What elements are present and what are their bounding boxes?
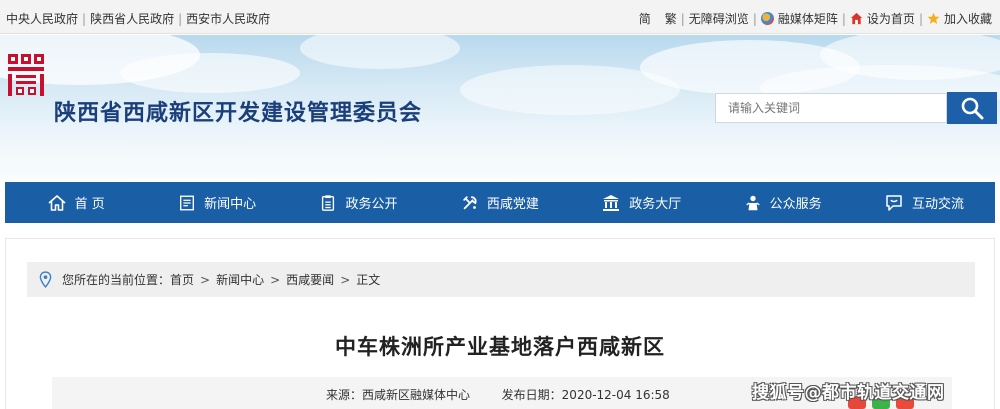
party-emblem-icon (463, 195, 477, 209)
separator: | (178, 11, 183, 26)
nav-item-government-affairs[interactable]: 政务公开 (288, 182, 429, 223)
document-icon (180, 195, 195, 210)
search-icon (961, 97, 984, 120)
separator: | (841, 11, 846, 26)
nav-item-public-service[interactable]: 公众服务 (712, 182, 853, 223)
breadcrumb-current: 正文 (356, 273, 381, 287)
nav-item-news-center[interactable]: 新闻中心 (146, 182, 287, 223)
people-icon (745, 195, 760, 210)
home-icon (48, 194, 66, 211)
watermark: 搜狐号@都市轨道交通网 (752, 383, 945, 403)
clipboard-icon (322, 194, 335, 211)
separator: | (918, 11, 923, 26)
accessibility-link[interactable]: 无障碍浏览 (689, 10, 749, 27)
search-button[interactable] (947, 92, 997, 124)
nav-label: 新闻中心 (204, 197, 257, 212)
set-homepage-link[interactable]: 设为首页 (850, 10, 915, 27)
home-red-icon (850, 12, 862, 25)
cloud-decoration (120, 53, 300, 93)
traditional-chinese-link[interactable]: 繁 (665, 10, 677, 27)
media-matrix-label: 融媒体矩阵 (777, 12, 838, 26)
breadcrumb-separator: > (270, 272, 281, 287)
nav-item-party-building[interactable]: 西咸党建 (429, 182, 570, 223)
star-icon (927, 12, 940, 24)
separator: | (752, 11, 757, 26)
article-meta: 来源：西咸新区融媒体中心 发布日期：2020-12-04 16:58 (326, 386, 670, 403)
link-central-government[interactable]: 中央人民政府 (6, 10, 78, 27)
site-title: 陕西省西咸新区开发建设管理委员会 (54, 101, 423, 126)
location-pin-icon (39, 271, 52, 288)
separator: | (680, 11, 685, 26)
search-input[interactable] (715, 93, 947, 123)
nav-label: 公众服务 (769, 197, 822, 212)
top-links-bar: 中央人民政府 | 陕西省人民政府 | 西安市人民政府 简 繁 | 无障碍浏览 |… (0, 0, 1000, 34)
nav-label: 政务公开 (345, 197, 398, 212)
media-matrix-link[interactable]: 融媒体矩阵 (760, 10, 838, 27)
nav-label: 政务大厅 (629, 197, 682, 212)
cloud-decoration (300, 35, 460, 69)
nav-item-interaction[interactable]: 互动交流 (853, 182, 994, 223)
breadcrumb: 您所在的当前位置： 首页 > 新闻中心 > 西咸要闻 > 正文 (27, 262, 975, 297)
simplified-chinese-link[interactable]: 简 (639, 10, 651, 27)
add-favorite-label: 加入收藏 (943, 12, 992, 26)
utility-links: 简 繁 | 无障碍浏览 | 融媒体矩阵 | 设为首页 | 加入收藏 (639, 10, 992, 27)
set-homepage-label: 设为首页 (866, 12, 915, 26)
separator: | (82, 11, 87, 26)
link-xian-government[interactable]: 西安市人民政府 (186, 10, 270, 27)
government-links: 中央人民政府 | 陕西省人民政府 | 西安市人民政府 (6, 10, 270, 27)
breadcrumb-separator: > (340, 272, 351, 287)
nav-label: 西咸党建 (486, 197, 539, 212)
chat-bubble-icon (886, 194, 902, 211)
nav-label: 互动交流 (912, 197, 965, 212)
government-building-icon (603, 194, 620, 211)
add-favorite-link[interactable]: 加入收藏 (927, 10, 992, 27)
link-shaanxi-government[interactable]: 陕西省人民政府 (90, 10, 174, 27)
media-matrix-icon (760, 12, 774, 25)
breadcrumb-label: 您所在的当前位置： (62, 273, 171, 287)
article-source: 来源：西咸新区融媒体中心 (326, 388, 471, 402)
main-navigation: 首 页 新闻中心 政务公开 西咸党建 政务大厅 公众服务 互动交流 (5, 182, 995, 223)
nav-item-service-hall[interactable]: 政务大厅 (571, 182, 712, 223)
breadcrumb-xixian-news[interactable]: 西咸要闻 (286, 271, 334, 288)
xixian-logo-icon (8, 54, 44, 96)
breadcrumb-news-center[interactable]: 新闻中心 (216, 271, 264, 288)
nav-item-home[interactable]: 首 页 (5, 182, 146, 223)
breadcrumb-home[interactable]: 首页 (170, 271, 194, 288)
article-date: 发布日期：2020-12-04 16:58 (501, 388, 670, 402)
article-title: 中车株洲所产业基地落户西咸新区 (335, 335, 665, 359)
breadcrumb-separator: > (200, 272, 211, 287)
nav-label: 首 页 (74, 197, 105, 212)
